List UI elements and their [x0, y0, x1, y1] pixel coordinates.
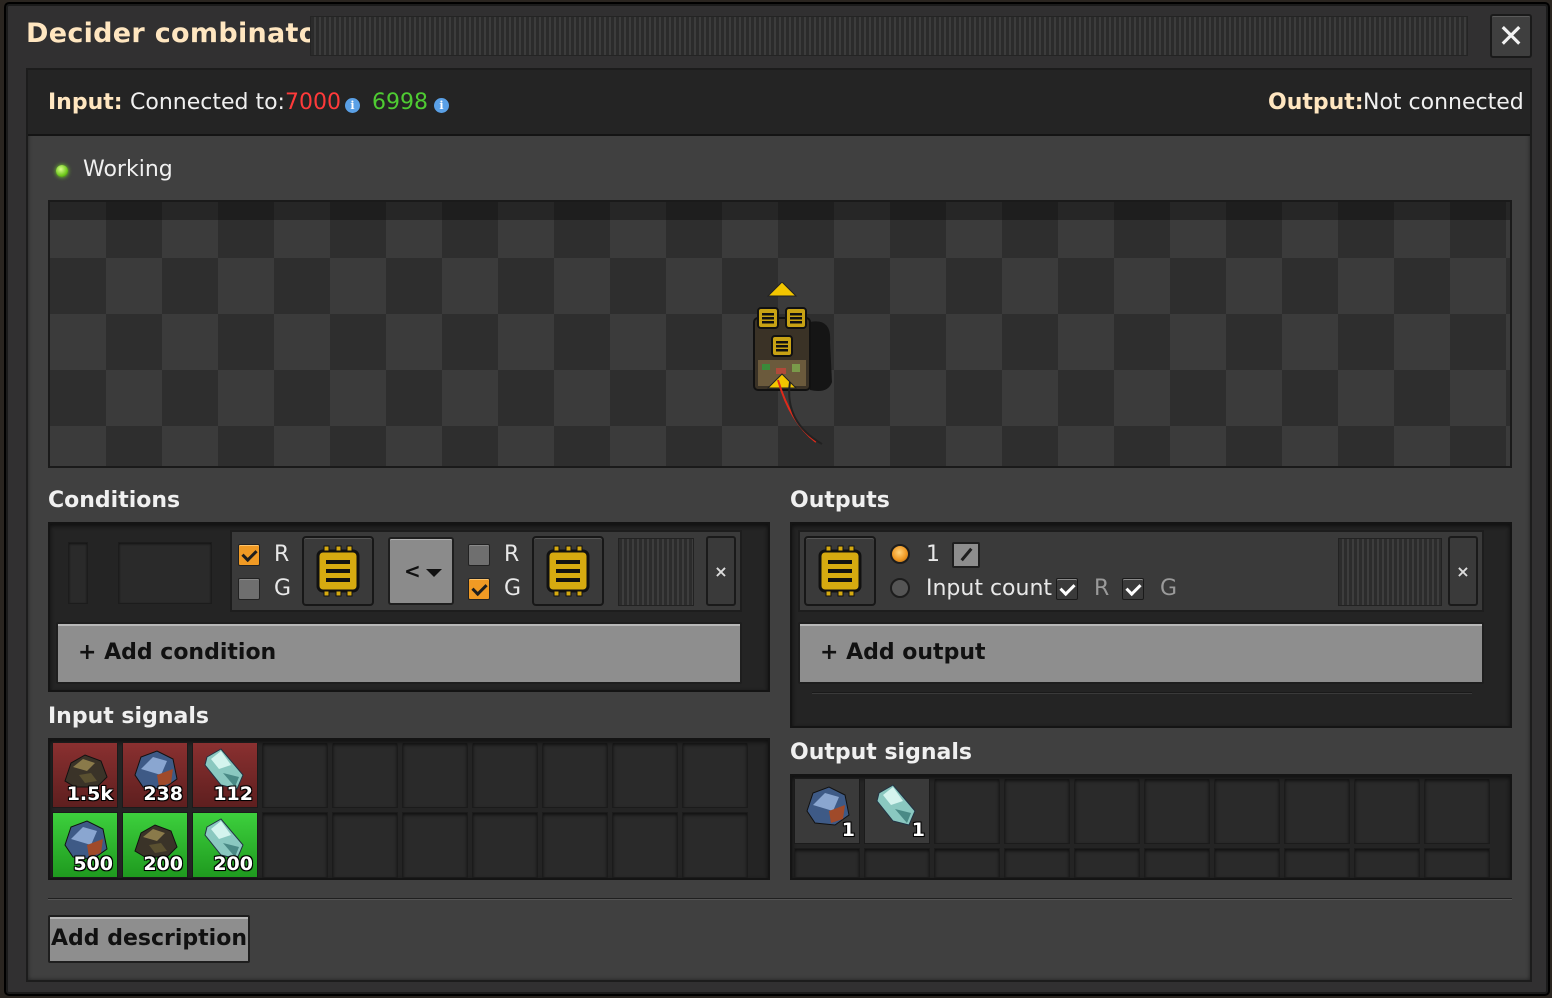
info-icon[interactable]: i — [434, 98, 449, 113]
status-indicator-icon — [56, 165, 68, 177]
remove-output-button[interactable]: × — [1448, 536, 1478, 606]
comparator-dropdown[interactable]: < — [388, 537, 454, 605]
window-title: Decider combinator — [26, 18, 332, 49]
input-count-radio[interactable] — [890, 578, 910, 598]
remove-condition-button[interactable]: × — [706, 536, 736, 606]
left-signal-button[interactable] — [302, 536, 374, 606]
right-green-label: G — [504, 576, 522, 601]
signal-slot[interactable]: 200 — [192, 812, 258, 878]
output-drag-handle[interactable] — [1338, 538, 1442, 606]
left-red-label: R — [274, 542, 290, 567]
add-description-button[interactable]: Add description — [48, 915, 250, 963]
output-label: Output: — [1268, 90, 1364, 115]
input-signals-title: Input signals — [48, 704, 209, 729]
circuit-chip-icon — [316, 545, 360, 597]
output-red-label: R — [1094, 576, 1110, 601]
entity-preview — [48, 200, 1512, 468]
edit-constant-button[interactable] — [952, 542, 980, 568]
input-count-label: Input count — [926, 576, 1053, 601]
left-green-label: G — [274, 576, 292, 601]
left-red-checkbox[interactable] — [238, 544, 260, 566]
constant-value: 1 — [926, 542, 940, 567]
constant-radio[interactable] — [890, 544, 910, 564]
signal-slot[interactable]: 1 — [794, 778, 860, 844]
chevron-down-icon — [426, 569, 442, 577]
main-panel: Input: Connected to: 7000 i 6998 i Outpu… — [26, 68, 1532, 982]
circuit-chip-icon — [546, 545, 590, 597]
signal-slot[interactable]: 1 — [864, 778, 930, 844]
signal-value: 1.5k — [66, 783, 113, 805]
outputs-panel: 1 Input count R G × + Add output — [790, 522, 1512, 728]
info-icon[interactable]: i — [345, 98, 360, 113]
conditions-panel: R G < R G × + Add condition — [48, 522, 770, 692]
right-signal-button[interactable] — [532, 536, 604, 606]
connection-bar: Input: Connected to: 7000 i 6998 i Outpu… — [28, 70, 1530, 136]
signal-slot[interactable]: 238 — [122, 742, 188, 808]
add-output-button[interactable]: + Add output — [798, 622, 1484, 684]
add-condition-button[interactable]: + Add condition — [56, 622, 742, 684]
output-signal-button[interactable] — [804, 536, 876, 606]
divider — [48, 898, 1512, 900]
output-red-checkbox[interactable] — [1056, 578, 1078, 600]
titlebar: Decider combinator ✕ — [8, 6, 1546, 68]
drag-handle[interactable] — [310, 16, 1468, 56]
close-button[interactable]: ✕ — [1490, 14, 1532, 58]
signal-value: 200 — [213, 853, 253, 875]
output-green-checkbox[interactable] — [1122, 578, 1144, 600]
signal-slot[interactable]: 112 — [192, 742, 258, 808]
status-text: Working — [83, 157, 173, 182]
signal-value: 112 — [213, 783, 253, 805]
outputs-title: Outputs — [790, 488, 890, 513]
output-signals-grid: 1 1 — [790, 774, 1512, 880]
condition-drag-handle[interactable] — [618, 538, 694, 606]
input-signals-grid: 1.5k 238 112 500 200 200 — [48, 738, 770, 880]
signal-value: 500 — [73, 853, 113, 875]
signal-value: 200 — [143, 853, 183, 875]
signal-value: 238 — [143, 783, 183, 805]
left-green-checkbox[interactable] — [238, 578, 260, 600]
signal-value: 1 — [911, 819, 925, 841]
right-red-checkbox[interactable] — [468, 544, 490, 566]
circuit-chip-icon — [818, 545, 862, 597]
comparator-value: < — [404, 559, 421, 583]
output-row: 1 Input count R G × — [798, 530, 1484, 612]
condition-row: R G < R G × — [230, 530, 742, 612]
close-icon: ✕ — [1497, 17, 1525, 55]
output-green-label: G — [1160, 576, 1178, 601]
signal-value: 1 — [841, 819, 855, 841]
connected-to-label: Connected to: — [130, 90, 285, 115]
decider-combinator-entity-icon — [753, 282, 832, 445]
close-icon: × — [1456, 561, 1470, 581]
input-label: Input: — [48, 90, 123, 115]
conditions-title: Conditions — [48, 488, 181, 513]
decider-combinator-window: Decider combinator ✕ Input: Connected to… — [6, 4, 1548, 994]
signal-slot[interactable]: 500 — [52, 812, 118, 878]
red-network-id: 7000 — [285, 90, 341, 115]
right-green-checkbox[interactable] — [468, 578, 490, 600]
green-network-id: 6998 — [372, 90, 428, 115]
signal-slot[interactable]: 1.5k — [52, 742, 118, 808]
close-icon: × — [714, 561, 728, 581]
output-signals-title: Output signals — [790, 740, 972, 765]
signal-slot[interactable]: 200 — [122, 812, 188, 878]
output-connection-status: Not connected — [1363, 90, 1524, 115]
right-red-label: R — [504, 542, 520, 567]
